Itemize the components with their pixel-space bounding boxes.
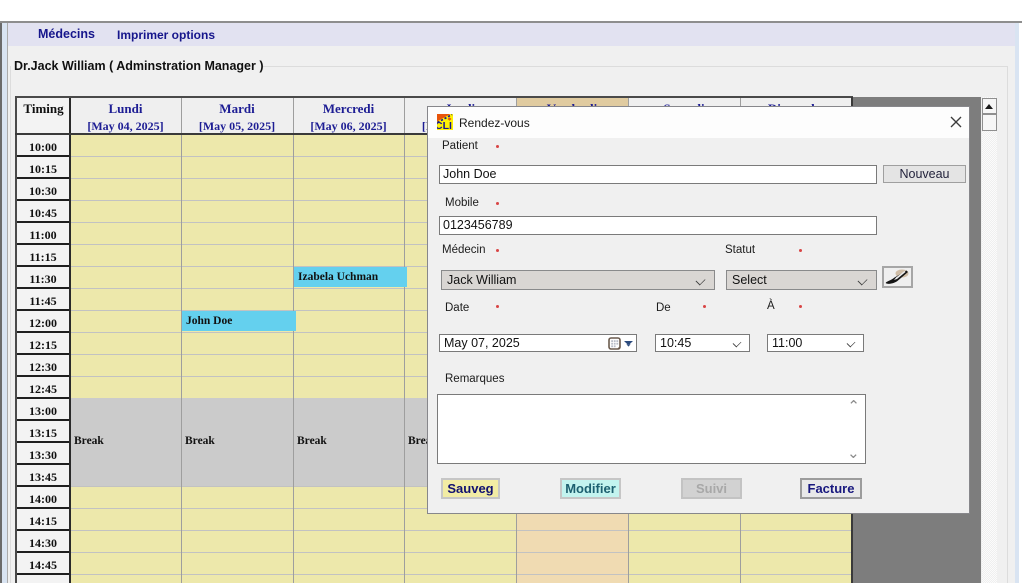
svg-text:CLI: CLI (437, 120, 452, 130)
